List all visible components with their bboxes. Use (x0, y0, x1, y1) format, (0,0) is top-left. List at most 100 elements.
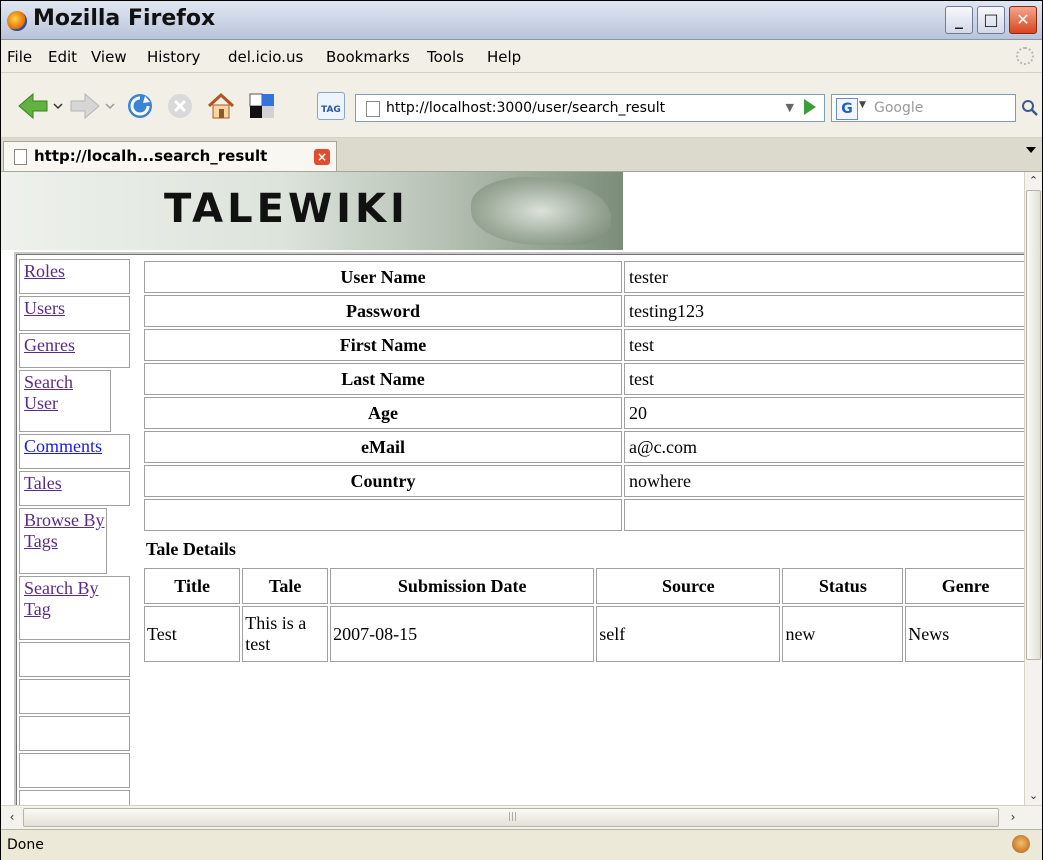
search-engine-icon[interactable]: G (836, 98, 858, 120)
user-details-table: User Name tester Password testing123 Fir… (142, 259, 1024, 533)
sidebar-link-search-by-tag[interactable]: Search By Tag (24, 578, 98, 619)
menu-tools[interactable]: Tools (427, 48, 464, 66)
scroll-left-icon[interactable]: ‹ (3, 808, 21, 827)
sidebar-link-users[interactable]: Users (24, 298, 65, 318)
url-text: http://localhost:3000/user/search_result (386, 100, 666, 116)
field-label: Country (144, 465, 622, 497)
go-button[interactable] (804, 99, 816, 115)
menu-history[interactable]: History (147, 48, 200, 66)
status-bar: Done (1, 829, 1042, 860)
menu-view[interactable]: View (91, 48, 127, 66)
banner-logo-text: TALEWIKI (164, 186, 409, 232)
delicious-icon[interactable] (247, 92, 277, 120)
reload-icon[interactable] (125, 92, 155, 120)
vertical-scrollbar[interactable]: ⌃ ⌄ (1024, 172, 1042, 805)
field-value: nowhere (624, 465, 1024, 497)
search-icon[interactable] (1020, 94, 1040, 122)
sidebar-item-browse-by-tags[interactable]: Browse By Tags (19, 508, 107, 574)
table-row (144, 499, 1024, 531)
tale-status-cell: new (782, 606, 904, 662)
sidebar-item-roles[interactable]: Roles (19, 259, 130, 294)
search-input[interactable]: Google (874, 100, 923, 116)
field-label: Last Name (144, 363, 622, 395)
title-bar: Mozilla Firefox _ □ ✕ (1, 1, 1042, 40)
sidebar-link-roles[interactable]: Roles (24, 261, 65, 281)
menu-edit[interactable]: Edit (48, 48, 77, 66)
field-label: User Name (144, 261, 622, 293)
column-header-genre: Genre (905, 568, 1024, 604)
talewiki-banner: TALEWIKI (1, 172, 623, 250)
sidebar-item-users[interactable]: Users (19, 296, 130, 331)
tab-list-chevron-down-icon[interactable] (1026, 147, 1036, 153)
tab-bar: http://localh...search_result × (1, 138, 1042, 172)
tale-date-cell: 2007-08-15 (330, 606, 595, 662)
home-icon[interactable] (205, 92, 237, 120)
minimize-button[interactable]: _ (945, 6, 973, 34)
browser-window: Mozilla Firefox _ □ ✕ File Edit View His… (0, 0, 1043, 860)
stop-icon[interactable] (165, 92, 195, 120)
table-row: User Name tester (144, 261, 1024, 293)
tab-label: http://localh...search_result (34, 147, 268, 165)
tag-label: TAG (321, 105, 341, 115)
field-value: test (624, 363, 1024, 395)
horizontal-scroll-thumb[interactable]: ||| (23, 808, 999, 827)
table-row: First Name test (144, 329, 1024, 361)
vertical-scroll-thumb[interactable] (1026, 190, 1041, 660)
tale-text-cell: This is a test (242, 606, 329, 662)
table-row: Age 20 (144, 397, 1024, 429)
field-label: First Name (144, 329, 622, 361)
column-header-status: Status (782, 568, 904, 604)
sidebar-item-genres[interactable]: Genres (19, 333, 130, 368)
menu-file[interactable]: File (7, 48, 32, 66)
back-button[interactable] (17, 92, 63, 120)
scroll-right-icon[interactable]: › (1004, 808, 1022, 827)
table-row: Password testing123 (144, 295, 1024, 327)
tale-details-table: Title Tale Submission Date Source Status… (142, 566, 1024, 664)
search-engine-dropdown-icon[interactable]: ▼ (859, 100, 866, 110)
menu-help[interactable]: Help (487, 48, 521, 66)
sidebar-link-comments[interactable]: Comments (24, 436, 102, 456)
scroll-grip-icon: ||| (508, 812, 518, 822)
menu-bookmarks[interactable]: Bookmarks (326, 48, 410, 66)
sidebar-item-search-by-tag[interactable]: Search By Tag (19, 576, 130, 640)
maximize-button[interactable]: □ (977, 6, 1005, 34)
sidebar-empty-cell (19, 753, 130, 788)
menu-delicious[interactable]: del.icio.us (228, 48, 303, 66)
field-label: eMail (144, 431, 622, 463)
sidebar-item-search-user[interactable]: Search User (19, 370, 111, 432)
sidebar-item-comments[interactable]: Comments (19, 434, 130, 469)
status-text: Done (7, 837, 44, 853)
column-header-title: Title (144, 568, 241, 604)
window-title: Mozilla Firefox (33, 6, 216, 31)
column-header-source: Source (596, 568, 781, 604)
forward-button[interactable] (69, 92, 115, 120)
close-button[interactable]: ✕ (1009, 6, 1037, 34)
url-bar[interactable]: http://localhost:3000/user/search_result… (355, 94, 825, 122)
url-dropdown-icon[interactable]: ▼ (786, 101, 794, 114)
field-label: Password (144, 295, 622, 327)
sidebar-empty-cell (19, 716, 130, 751)
tab-close-icon[interactable]: × (314, 149, 330, 165)
sidebar-empty-cell (19, 679, 130, 714)
tale-genre-cell: News (905, 606, 1024, 662)
sidebar-item-tales[interactable]: Tales (19, 471, 130, 506)
sidebar-link-tales[interactable]: Tales (24, 473, 62, 493)
sidebar-link-genres[interactable]: Genres (24, 335, 75, 355)
table-row: Last Name test (144, 363, 1024, 395)
scroll-down-icon[interactable]: ⌄ (1025, 787, 1042, 805)
page-icon (14, 149, 27, 165)
field-value: 20 (624, 397, 1024, 429)
horizontal-scrollbar[interactable]: ‹ ||| › (1, 805, 1042, 830)
greasemonkey-icon[interactable] (1012, 835, 1030, 853)
sidebar-link-browse-by-tags[interactable]: Browse By Tags (24, 510, 105, 551)
search-box[interactable]: G ▼ Google (831, 94, 1016, 122)
table-row: Country nowhere (144, 465, 1024, 497)
tab-search-result[interactable]: http://localh...search_result × (3, 141, 337, 171)
sidebar-link-search-user[interactable]: Search User (24, 372, 73, 413)
sidebar-empty-cell (19, 642, 130, 677)
throbber-icon (1016, 47, 1034, 65)
field-label (144, 499, 622, 531)
tag-button[interactable]: TAG (317, 92, 345, 120)
scroll-up-icon[interactable]: ⌃ (1025, 172, 1042, 190)
sidebar-empty-cell (19, 790, 130, 805)
